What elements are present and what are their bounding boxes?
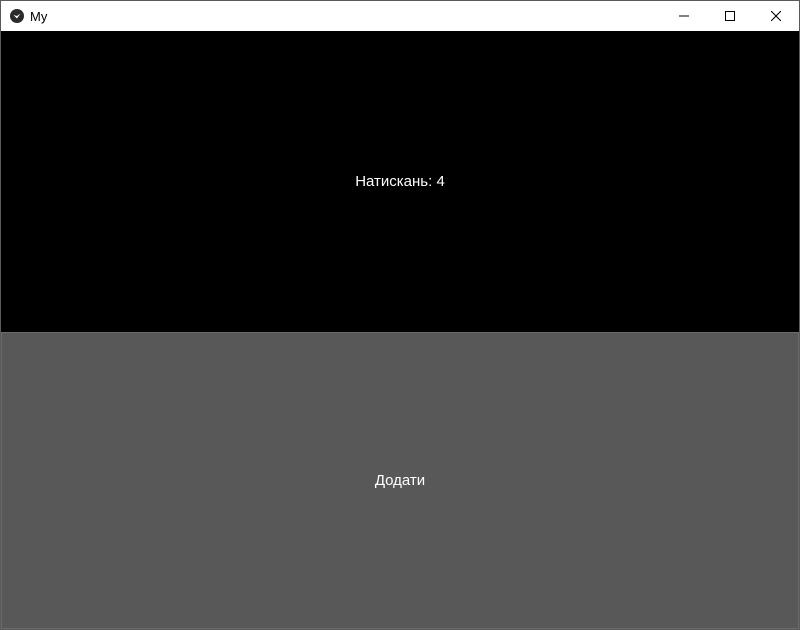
add-button-label: Додати xyxy=(374,472,426,489)
maximize-icon xyxy=(725,11,735,21)
content-area: Натискань: 4 Додати xyxy=(1,31,799,629)
add-button[interactable]: Додати xyxy=(1,332,799,629)
app-window: My Натискань: 4 Додати xyxy=(0,0,800,630)
minimize-button[interactable] xyxy=(661,1,707,31)
maximize-button[interactable] xyxy=(707,1,753,31)
window-title: My xyxy=(30,8,48,24)
close-icon xyxy=(771,11,781,21)
minimize-icon xyxy=(679,11,689,21)
counter-area: Натискань: 4 xyxy=(1,31,799,331)
kivy-logo-icon xyxy=(9,8,25,24)
close-button[interactable] xyxy=(753,1,799,31)
title-bar[interactable]: My xyxy=(1,1,799,31)
press-counter-label: Натискань: 4 xyxy=(355,172,445,190)
caption-buttons xyxy=(661,1,799,31)
